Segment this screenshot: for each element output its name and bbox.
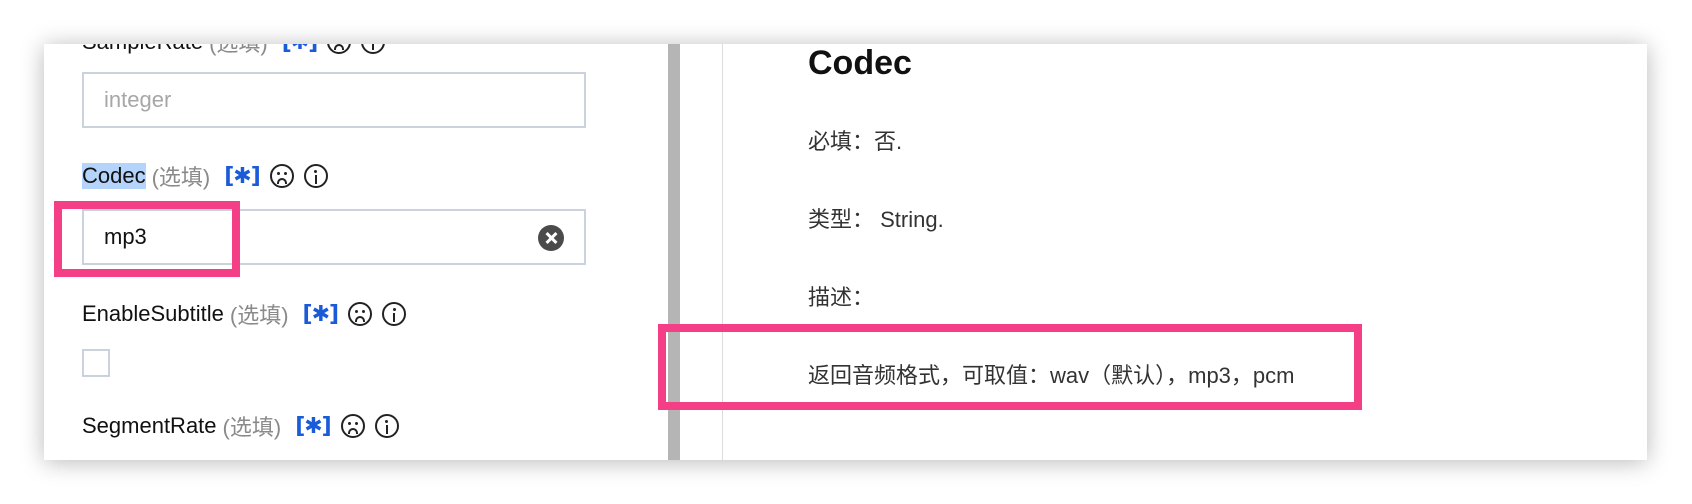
optional-label: (选填) <box>222 415 282 440</box>
info-icon[interactable] <box>382 302 407 326</box>
enablesubtitle-checkbox[interactable] <box>82 349 110 377</box>
doc-required: 必填：否. <box>808 129 903 154</box>
info-icon[interactable] <box>361 44 386 54</box>
field-name: SampleRate <box>82 44 203 55</box>
codec-input-value: mp3 <box>104 224 147 249</box>
samplerate-placeholder: integer <box>104 87 172 112</box>
samplerate-input[interactable]: integer <box>82 72 586 128</box>
required-toggle-icon[interactable]: [✱] <box>282 44 319 55</box>
doc-description: 返回音频格式，可取值：wav（默认），mp3，pcm <box>808 363 1295 388</box>
info-icon[interactable] <box>374 414 399 438</box>
info-icon[interactable] <box>303 164 328 188</box>
doc-description-label: 描述： <box>808 285 875 310</box>
doc-title: Codec <box>808 44 912 82</box>
documentation-panel: Codec 必填：否. 类型： String. 描述： 返回音频格式，可取值：w… <box>680 44 1647 460</box>
app-window: SampleRate (选填) [✱] integer Codec (选填) [… <box>44 44 1647 460</box>
optional-label: (选填) <box>151 165 211 190</box>
panel-splitter[interactable] <box>668 44 680 460</box>
field-label-codec: Codec (选填) [✱] <box>82 160 328 192</box>
optional-label: (选填) <box>209 44 268 58</box>
required-toggle-icon[interactable]: [✱] <box>303 302 340 327</box>
field-label-segmentrate: SegmentRate (选填) [✱] <box>82 410 399 442</box>
field-label-enablesubtitle: EnableSubtitle (选填) [✱] <box>82 298 407 330</box>
required-toggle-icon[interactable]: [✱] <box>295 414 332 439</box>
optional-label: (选填) <box>229 303 289 328</box>
sad-face-icon[interactable] <box>269 164 294 188</box>
codec-input[interactable]: mp3 <box>82 209 586 265</box>
doc-type: 类型： String. <box>808 207 944 232</box>
field-name: Codec <box>82 163 146 189</box>
field-label-samplerate: SampleRate (选填) [✱] <box>82 44 386 58</box>
required-toggle-icon[interactable]: [✱] <box>224 164 261 189</box>
field-name: EnableSubtitle <box>82 301 224 326</box>
sad-face-icon[interactable] <box>340 414 365 438</box>
clear-icon[interactable] <box>538 225 564 251</box>
sad-face-icon[interactable] <box>327 44 352 54</box>
sad-face-icon[interactable] <box>348 302 373 326</box>
field-name: SegmentRate <box>82 413 217 438</box>
parameter-form-panel: SampleRate (选填) [✱] integer Codec (选填) [… <box>44 44 668 460</box>
